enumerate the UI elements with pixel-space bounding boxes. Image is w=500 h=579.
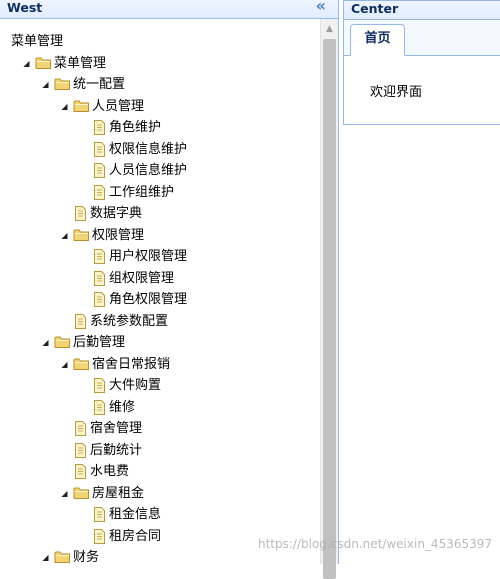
tab-home[interactable]: 首页 [350,24,405,56]
file-icon [93,141,110,157]
file-icon [93,507,110,522]
file-icon [74,442,91,458]
tree-node[interactable]: 菜单管理 [0,31,318,52]
collapse-left-icon[interactable]: « [316,0,326,14]
tree-expand-toggle-icon[interactable]: ◢ [22,59,31,68]
file-icon [93,184,110,200]
tree-node[interactable]: 维修 [0,397,318,418]
folder-icon [73,228,90,242]
tree-node[interactable]: 数据字典 [0,203,318,224]
tree-node-label: 人员管理 [92,98,145,114]
file-icon [93,528,110,544]
tree-node[interactable]: ◢ 房屋租金 [0,483,318,504]
tree-node[interactable]: 工作组维护 [0,182,318,203]
tree-node-label: 菜单管理 [54,55,107,71]
folder-icon [35,56,52,70]
tree-node-label: 权限信息维护 [109,141,188,157]
tree-node-label: 租房合同 [109,528,162,544]
file-icon [74,464,91,479]
tree-expand-toggle-icon[interactable]: ◢ [60,231,69,240]
folder-icon [54,77,71,91]
file-icon [74,313,91,329]
folder-icon [73,357,90,371]
tab-strip: 首页 [344,20,500,56]
menu-tree: 菜单管理 ◢ 菜单管理 ◢ 统一配置 ◢ 人员管理角色维护权限信息维护 人员信息维护 工作组维护… [0,19,320,564]
tree-node[interactable]: 大件购置 [0,375,318,396]
tree-node-label: 后勤统计 [90,442,143,458]
tree-node-label: 权限管理 [92,227,145,243]
tree-node-label: 菜单管理 [11,34,64,49]
tree-expand-toggle-icon[interactable]: ◢ [60,489,69,498]
tree-node-label: 房屋租金 [92,485,145,501]
tree-node-label: 用户权限管理 [109,249,188,264]
center-panel-header: Center [344,1,500,20]
file-icon [93,378,110,393]
tree-node-label: 人员信息维护 [109,163,188,178]
file-icon [93,120,110,135]
scroll-up-arrow-icon[interactable]: ▲ [321,21,338,37]
tree-expand-toggle-icon[interactable]: ◢ [41,553,50,562]
tree-node[interactable]: ◢ 后勤管理 [0,332,318,353]
center-panel-title: Center [351,1,399,16]
tree-node-label: 系统参数配置 [90,313,169,329]
tree-node-label: 角色维护 [109,120,162,135]
tree-expand-toggle-icon[interactable]: ◢ [60,360,69,369]
tree-expand-toggle-icon[interactable]: ◢ [41,338,50,347]
tree-node-label: 工作组维护 [109,184,175,200]
folder-icon [73,99,90,113]
scrollbar-thumb[interactable] [323,39,336,579]
tree-node-label: 角色权限管理 [109,292,188,307]
file-icon [93,270,110,286]
file-icon [74,421,91,436]
tree-node-label: 宿舍管理 [90,421,143,436]
tree-node[interactable]: ◢ 菜单管理 [0,53,318,74]
tree-node[interactable]: 人员信息维护 [0,160,318,181]
tree-node[interactable]: ◢ 宿舍日常报销 [0,354,318,375]
tree-node-label: 维修 [109,399,136,415]
file-icon [93,249,110,264]
tree-expand-toggle-icon[interactable]: ◢ [60,102,69,111]
tree-node-label: 组权限管理 [109,270,175,286]
west-panel-header: West « [0,0,338,19]
watermark-text: https://blog.csdn.net/weixin_45365397 [258,537,493,551]
tree-node[interactable]: 组权限管理 [0,268,318,289]
tree-node-label: 后勤管理 [73,335,126,350]
tree-node-label: 大件购置 [109,378,162,393]
west-panel: West « 菜单管理 ◢ 菜单管理 ◢ 统一配置 ◢ 人员管理角色维护权限信息维护 人员信息… [0,0,339,579]
tree-node[interactable]: 宿舍管理 [0,418,318,439]
file-icon [93,399,110,415]
tree-node-label: 宿舍日常报销 [92,356,171,372]
file-icon [74,206,91,221]
tree-node-label: 数据字典 [90,206,143,221]
file-icon [93,292,110,307]
tree-node-label: 租金信息 [109,507,162,522]
tree-node[interactable]: 权限信息维护 [0,139,318,160]
welcome-text: 欢迎界面 [370,85,423,100]
file-icon [93,163,110,178]
tree-node[interactable]: 系统参数配置 [0,311,318,332]
tree-node-label: 财务 [73,550,100,564]
tree-node[interactable]: 用户权限管理 [0,246,318,267]
tree-node[interactable]: 角色权限管理 [0,289,318,310]
tree-node[interactable]: ◢ 统一配置 [0,74,318,95]
folder-icon [54,550,71,564]
folder-icon [73,486,90,500]
tree-node[interactable]: 水电费 [0,461,318,482]
tree-node[interactable]: 租金信息 [0,504,318,525]
tree-node[interactable]: 后勤统计 [0,440,318,461]
west-panel-title: West [7,0,43,15]
vertical-scrollbar[interactable]: ▲ [320,19,338,579]
tree-expand-toggle-icon[interactable]: ◢ [41,80,50,89]
tree-node[interactable]: ◢ 权限管理 [0,225,318,246]
tree-node-label: 统一配置 [73,77,126,92]
center-panel: Center 首页 欢迎界面 [343,0,500,125]
folder-icon [54,335,71,349]
tree-node-label: 水电费 [90,464,130,479]
tree-node[interactable]: ◢ 人员管理 [0,96,318,117]
tree-node[interactable]: 角色维护 [0,117,318,138]
